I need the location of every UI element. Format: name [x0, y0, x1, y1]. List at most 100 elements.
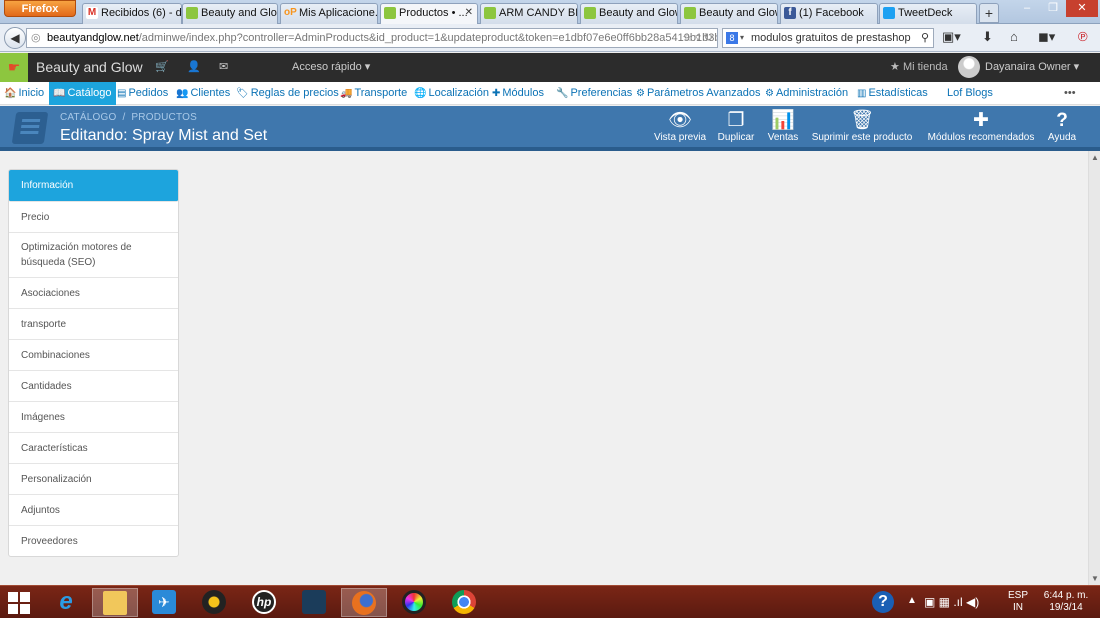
reload-icon[interactable]: ↻: [704, 32, 713, 44]
preview-button[interactable]: 👁 Vista previa: [651, 110, 709, 143]
delete-product-button[interactable]: 🗑 Suprimir este producto: [807, 110, 917, 143]
color-wheel-icon: [402, 590, 426, 614]
browser-tab[interactable]: oP Mis Aplicacione...: [280, 3, 378, 24]
new-tab-button[interactable]: +: [979, 3, 999, 23]
side-tab-asociaciones[interactable]: Asociaciones: [9, 278, 178, 309]
taskbar-file-explorer[interactable]: [92, 588, 138, 617]
chevron-down-icon[interactable]: ▾: [740, 29, 744, 47]
menu-item-lof-blogs[interactable]: Lof Blogs: [947, 82, 993, 105]
browser-tab[interactable]: TweetDeck: [879, 3, 977, 24]
menu-item-reglas[interactable]: 🏷 Reglas de precios: [236, 82, 339, 105]
tab-label: TweetDeck: [898, 7, 953, 19]
language-indicator[interactable]: ESP IN: [1008, 590, 1028, 614]
close-window-button[interactable]: ✕: [1066, 0, 1098, 17]
side-tab-combinaciones[interactable]: Combinaciones: [9, 340, 178, 371]
minimize-button[interactable]: –: [1014, 0, 1040, 17]
arrow-left-icon: ◀: [10, 31, 20, 45]
envelope-icon[interactable]: ✉: [219, 53, 228, 82]
bookmarks-icon[interactable]: ▣▾: [942, 29, 961, 45]
browser-tab[interactable]: ARM CANDY BR...: [480, 3, 578, 24]
side-tab-seo[interactable]: Optimización motores de búsqueda (SEO): [9, 233, 178, 278]
side-tab-personalizacion[interactable]: Personalización: [9, 464, 178, 495]
browser-tab-active[interactable]: Productos • ... ✕: [380, 3, 478, 25]
tab-label: Beauty and Glow: [201, 7, 278, 19]
hand-cursor-icon[interactable]: ☛: [0, 53, 28, 82]
browser-tab[interactable]: Beauty and Glow: [580, 3, 678, 24]
side-tab-proveedores[interactable]: Proveedores: [9, 526, 178, 556]
menu-item-parametros[interactable]: ⚙ Parámetros Avanzados: [636, 82, 761, 105]
side-tab-transporte[interactable]: transporte: [9, 309, 178, 340]
facebook-icon: f: [784, 7, 796, 19]
browser-tab[interactable]: Beauty and Glow: [182, 3, 278, 24]
quick-access-menu[interactable]: Acceso rápido ▾: [292, 53, 370, 82]
search-bar[interactable]: 8 ▾ modulos gratuitos de prestashop ⚲: [722, 28, 934, 48]
help-tray-icon[interactable]: ?: [872, 591, 894, 613]
cart-icon[interactable]: 🛒: [155, 53, 169, 82]
chevron-up-icon[interactable]: ▲: [907, 595, 917, 606]
shop-brand[interactable]: Beauty and Glow: [36, 53, 143, 82]
help-button[interactable]: ? Ayuda: [1044, 110, 1080, 143]
browser-tab[interactable]: f (1) Facebook: [780, 3, 878, 24]
duplicate-button[interactable]: ❐ Duplicar: [714, 110, 758, 143]
menu-label: Localización: [428, 87, 489, 99]
owner-menu[interactable]: Dayanaira Owner ▾: [985, 53, 1079, 82]
menu-label: Preferencias: [570, 87, 633, 99]
menu-item-administracion[interactable]: ⚙ Administración: [765, 82, 848, 105]
taskbar-firefox[interactable]: [341, 588, 387, 617]
media-player-icon: [202, 590, 226, 614]
my-store-link[interactable]: ★ Mi tienda: [890, 53, 948, 82]
back-button[interactable]: ◀: [4, 27, 26, 49]
close-icon[interactable]: ✕: [465, 4, 473, 22]
browser-tab[interactable]: M Recibidos (6) - d...: [82, 3, 182, 24]
menu-item-inicio[interactable]: 🏠 Inicio: [4, 82, 44, 105]
firefox-menu-button[interactable]: Firefox: [4, 0, 76, 17]
menu-item-catalogo[interactable]: 📖 Catálogo: [49, 82, 116, 105]
tray-icons[interactable]: ▣ ▦ .ıl ◀): [924, 595, 979, 609]
menu-item-pedidos[interactable]: ▤ Pedidos: [117, 82, 168, 105]
avatar[interactable]: [958, 56, 980, 78]
side-tab-imagenes[interactable]: Imágenes: [9, 402, 178, 433]
taskbar-internet-explorer[interactable]: e: [43, 588, 89, 617]
user-icon[interactable]: 👤: [187, 53, 201, 82]
breadcrumb-productos[interactable]: PRODUCTOS: [131, 112, 197, 123]
search-icon[interactable]: ⚲: [921, 29, 929, 47]
menu-item-localizacion[interactable]: 🌐 Localización: [414, 82, 489, 105]
windows-start-button[interactable]: [8, 592, 30, 614]
side-tab-cantidades[interactable]: Cantidades: [9, 371, 178, 402]
star-icon[interactable]: ☆: [682, 32, 692, 44]
button-label: Duplicar: [717, 132, 755, 143]
taskbar-chrome[interactable]: [441, 588, 487, 617]
menu-item-modulos[interactable]: ✚ Módulos: [492, 82, 544, 105]
more-menu-icon[interactable]: •••: [1064, 82, 1076, 105]
search-input[interactable]: modulos gratuitos de prestashop: [751, 32, 911, 44]
page-scrollbar[interactable]: ▲ ▼: [1088, 151, 1100, 585]
sales-button[interactable]: 📊 Ventas: [764, 110, 802, 143]
menu-item-clientes[interactable]: 👥 Clientes: [176, 82, 230, 105]
scroll-up-icon[interactable]: ▲: [1091, 153, 1099, 162]
extension-icon[interactable]: ◼▾: [1038, 29, 1055, 45]
recommended-modules-button[interactable]: ✚ Módulos recomendados: [924, 110, 1038, 143]
side-tab-precio[interactable]: Precio: [9, 202, 178, 233]
taskbar-app-rocket[interactable]: ✈: [141, 588, 187, 617]
restore-button[interactable]: ❐: [1040, 0, 1066, 17]
menu-item-preferencias[interactable]: 🔧 Preferencias: [556, 82, 632, 105]
side-tab-caracteristicas[interactable]: Características: [9, 433, 178, 464]
side-tab-informacion[interactable]: Información: [9, 170, 178, 202]
taskbar-app-color[interactable]: [391, 588, 437, 617]
scroll-down-icon[interactable]: ▼: [1091, 574, 1099, 583]
menu-item-transporte[interactable]: 🚚 Transporte: [340, 82, 407, 105]
menu-item-estadisticas[interactable]: ▥ Estadísticas: [857, 82, 928, 105]
search-engine-icon[interactable]: 8: [726, 32, 738, 44]
download-icon[interactable]: ⬇: [982, 29, 993, 45]
taskbar-app-camera[interactable]: [291, 588, 337, 617]
url-bar[interactable]: ◎ beautyandglow.net/adminwe/index.php?co…: [26, 28, 718, 48]
clock[interactable]: 6:44 p. m. 19/3/14: [1040, 590, 1092, 614]
browser-tab[interactable]: Beauty and Glow: [680, 3, 778, 24]
home-icon[interactable]: ⌂: [1010, 29, 1018, 44]
breadcrumb-catalogo[interactable]: CATÁLOGO: [60, 112, 116, 123]
taskbar-hp[interactable]: hp: [241, 588, 287, 617]
dropdown-icon[interactable]: ▿: [695, 32, 701, 44]
pinterest-icon[interactable]: ℗: [1078, 29, 1088, 44]
side-tab-adjuntos[interactable]: Adjuntos: [9, 495, 178, 526]
taskbar-app-media[interactable]: [191, 588, 237, 617]
